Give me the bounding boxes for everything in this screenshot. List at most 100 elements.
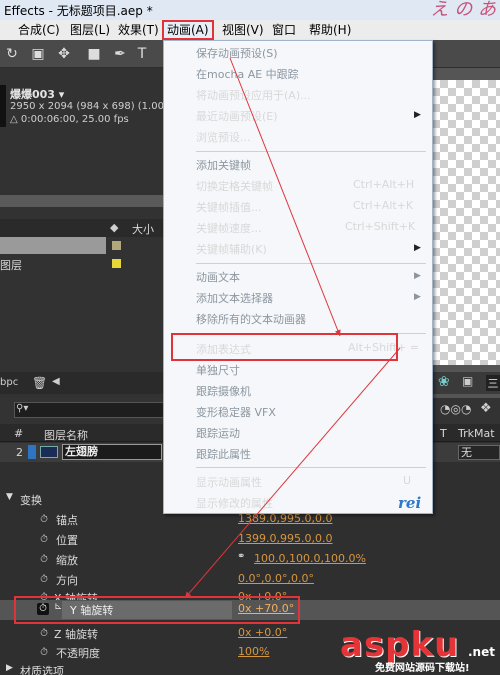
stopwatch-icon[interactable]: ⏱: [38, 514, 50, 526]
menu-item-track-this-property[interactable]: 跟踪此属性: [196, 446, 251, 462]
track-matte-select[interactable]: 无: [458, 445, 500, 460]
pan-behind-tool-icon[interactable]: ✥: [54, 44, 74, 64]
menu-item-animate-text[interactable]: 动画文本: [196, 269, 240, 285]
property-value[interactable]: 100%: [238, 645, 269, 658]
menu-item-recent-presets[interactable]: 最近动画预设(E): [196, 108, 278, 124]
shortcut-label: Ctrl+Alt+H: [353, 178, 415, 191]
watermark-suffix: .net: [468, 645, 495, 659]
menu-item-track-motion[interactable]: 跟踪运动: [196, 425, 240, 441]
project-item-layers[interactable]: 图层: [0, 257, 22, 273]
menu-layer[interactable]: 图层(L): [70, 20, 110, 40]
scroll-left-icon[interactable]: ◀: [52, 376, 60, 387]
property-row[interactable]: ⏱ 方向 0.0°,0.0°,0.0°: [0, 570, 500, 590]
submenu-arrow-icon: ▶: [414, 243, 421, 253]
layer-thumbnail: [40, 446, 58, 458]
menu-window[interactable]: 窗口: [272, 20, 296, 40]
constrain-proportions-icon[interactable]: ⚭: [237, 551, 245, 562]
menu-help[interactable]: 帮助(H): [309, 20, 351, 40]
snapshot-icon[interactable]: ▣: [462, 374, 473, 388]
menu-item-keyframe-interpolation[interactable]: 关键帧插值...: [196, 199, 262, 215]
menu-item-mocha-track[interactable]: 在mocha AE 中跟踪: [196, 66, 299, 82]
stopwatch-icon[interactable]: ⏱: [38, 554, 50, 566]
size-column-header[interactable]: 大小: [132, 221, 154, 237]
expand-triangle-icon[interactable]: ▼: [6, 492, 13, 502]
author-brand-mark: rei: [398, 494, 422, 512]
motion-blur-icon[interactable]: ◔◎◔: [440, 402, 471, 416]
text-tool-icon[interactable]: T: [132, 44, 152, 64]
trash-icon[interactable]: 🗑: [32, 376, 47, 390]
layer-color-label[interactable]: [28, 445, 36, 459]
label-color-swatch[interactable]: [112, 241, 121, 250]
menu-item-add-text-selector[interactable]: 添加文本选择器: [196, 290, 273, 306]
menu-item-reveal-modified-properties[interactable]: 显示修改的属性: [196, 495, 273, 511]
property-label: 锚点: [56, 514, 78, 527]
timeline-search-input[interactable]: [14, 402, 164, 418]
menu-item-toggle-hold-keyframe[interactable]: 切换定格关键帧: [196, 178, 273, 194]
property-value[interactable]: 1399.0,995.0,0.0: [238, 532, 332, 545]
property-row[interactable]: ⏱ 缩放 ⚭ 100.0,100.0,100.0%: [0, 550, 500, 570]
stopwatch-icon[interactable]: ⏱: [38, 574, 50, 586]
track-matte-header: TrkMat: [458, 427, 495, 440]
project-footer: [0, 372, 165, 394]
3d-layer-icon[interactable]: ❖: [480, 401, 492, 416]
composition-duration: △ 0:00:06:00, 25.00 fps: [10, 114, 129, 125]
search-icon: ⚲▾: [16, 403, 29, 414]
menu-separator: [196, 467, 426, 468]
shortcut-label: U: [403, 474, 412, 487]
pen-tool-icon[interactable]: ✒: [110, 44, 130, 64]
menu-item-track-camera[interactable]: 跟踪摄像机: [196, 383, 251, 399]
menu-view[interactable]: 视图(V): [222, 20, 264, 40]
property-value[interactable]: 0.0°,0.0°,0.0°: [238, 572, 314, 585]
rotate-tool-icon[interactable]: ↻: [2, 44, 22, 64]
stopwatch-icon[interactable]: ⏱: [38, 534, 50, 546]
transparency-grid: [432, 80, 500, 365]
collapse-triangle-icon[interactable]: ▶: [6, 663, 13, 673]
menu-item-warp-stabilizer[interactable]: 变形稳定器 VFX: [196, 404, 276, 420]
menu-item-keyframe-velocity[interactable]: 关键帧速度...: [196, 220, 262, 236]
menu-separator: [196, 263, 426, 264]
annotation-highlight-box: [171, 333, 398, 361]
property-row[interactable]: ⏱ 位置 1399.0,995.0,0.0: [0, 530, 500, 550]
transform-label: 变换: [20, 494, 42, 507]
viewer-tab[interactable]: 三: [486, 375, 500, 391]
menu-composition[interactable]: 合成(C): [18, 20, 60, 40]
menu-item-browse-presets[interactable]: 浏览预设...: [196, 129, 251, 145]
menu-item-add-keyframe[interactable]: 添加关键帧: [196, 157, 251, 173]
camera-tool-icon[interactable]: ▣: [28, 44, 48, 64]
menu-item-reveal-animated-properties[interactable]: 显示动画属性: [196, 474, 262, 490]
menu-item-save-preset[interactable]: 保存动画预设(S): [196, 45, 278, 61]
menu-separator: [196, 151, 426, 152]
layer-name-field[interactable]: 左翅膀: [62, 444, 162, 460]
color-channel-icon[interactable]: ❀: [438, 374, 450, 390]
submenu-arrow-icon: ▶: [414, 292, 421, 302]
menu-effect[interactable]: 效果(T): [118, 20, 159, 40]
menu-item-separate-dimensions[interactable]: 单独尺寸: [196, 362, 240, 378]
annotation-highlight-box: [14, 596, 300, 624]
project-divider: [0, 195, 165, 207]
window-title: Effects - 无标题项目.aep *: [0, 0, 500, 20]
shortcut-label: Ctrl+Shift+K: [345, 220, 416, 233]
layer-name-header[interactable]: 图层名称: [44, 427, 88, 443]
rectangle-tool-icon[interactable]: ■: [84, 44, 104, 64]
property-label: 不透明度: [56, 647, 100, 660]
menu-item-apply-preset[interactable]: 将动画预设应用于(A)...: [196, 87, 311, 103]
label-tag-icon[interactable]: ◆: [110, 221, 124, 235]
stopwatch-icon[interactable]: ⏱: [38, 647, 50, 659]
composition-name[interactable]: 爆爆003 ▾: [10, 86, 64, 102]
menu-item-remove-text-animators[interactable]: 移除所有的文本动画器: [196, 311, 306, 327]
menu-item-keyframe-assistant[interactable]: 关键帧辅助(K): [196, 241, 267, 257]
submenu-arrow-icon: ▶: [414, 271, 421, 281]
bit-depth-button[interactable]: bpc: [0, 377, 18, 388]
submenu-arrow-icon: ▶: [414, 110, 421, 120]
menu-animation[interactable]: 动画(A): [162, 20, 214, 40]
project-item-selected[interactable]: [0, 237, 106, 254]
stopwatch-icon[interactable]: ⏱: [38, 628, 50, 640]
property-value[interactable]: 100.0,100.0,100.0%: [254, 552, 366, 565]
watermark-tagline: 免费网站源码下载站!: [375, 663, 470, 674]
label-color-swatch[interactable]: [112, 259, 121, 268]
property-label: 方向: [56, 574, 78, 587]
composition-dimensions: 2950 x 2094 (984 x 698) (1.00): [10, 101, 168, 112]
property-value[interactable]: 0x +0.0°: [238, 626, 287, 639]
layer-number: 2: [16, 446, 23, 459]
material-options-label: 材质选项: [20, 665, 64, 675]
